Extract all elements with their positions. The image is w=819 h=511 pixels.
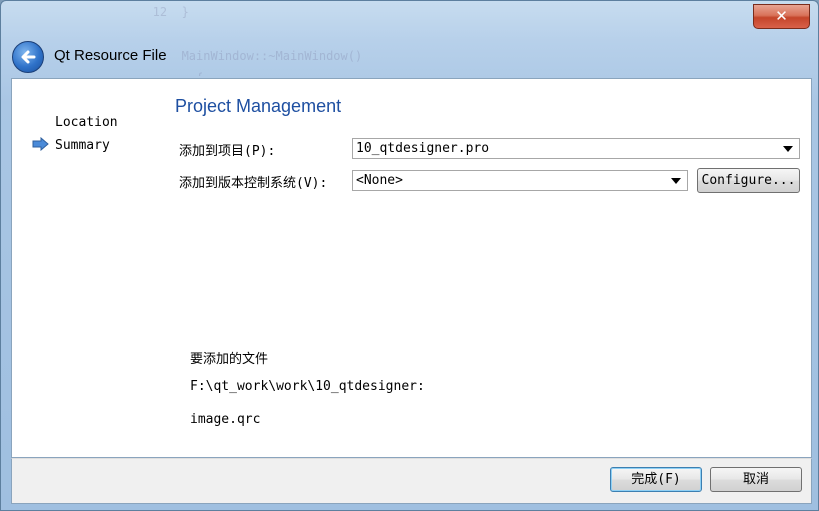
back-arrow-icon xyxy=(21,50,36,64)
window-frame: 12 } MainWindow::~MainWindow() { ✕ Qt Re… xyxy=(0,0,819,511)
back-button[interactable] xyxy=(12,41,44,73)
code-line: 12 } xyxy=(131,5,189,19)
files-list: image.qrc xyxy=(190,412,261,427)
page-title: Project Management xyxy=(175,96,342,116)
current-step-arrow-icon xyxy=(32,137,49,151)
files-path: F:\qt_work\work\10_qtdesigner: xyxy=(190,379,425,394)
add-to-project-label: 添加到项目(P): xyxy=(179,144,276,159)
background-editor-code: 12 } MainWindow::~MainWindow() { xyxy=(131,1,461,76)
code-line: { xyxy=(131,67,461,76)
nav-item-location: Location xyxy=(55,115,118,130)
files-heading: 要添加的文件 xyxy=(190,352,269,367)
code-line: MainWindow::~MainWindow() xyxy=(131,49,363,63)
chevron-down-icon xyxy=(783,146,793,152)
vcs-select-value: <None> xyxy=(356,173,403,188)
close-button[interactable]: ✕ xyxy=(753,4,810,29)
close-icon: ✕ xyxy=(775,7,788,25)
finish-button[interactable]: 完成(F) xyxy=(610,467,702,492)
wizard-content: Location Summary Project Management 添加到项… xyxy=(11,78,812,458)
cancel-button[interactable]: 取消 xyxy=(710,467,802,492)
project-select-value: 10_qtdesigner.pro xyxy=(356,141,490,156)
configure-button[interactable]: Configure... xyxy=(697,168,800,193)
project-select[interactable]: 10_qtdesigner.pro xyxy=(352,138,800,159)
window-title: Qt Resource File xyxy=(54,47,167,64)
dialog-footer: 完成(F) 取消 xyxy=(11,458,812,504)
add-to-vcs-label: 添加到版本控制系统(V): xyxy=(179,176,328,191)
vcs-select[interactable]: <None> xyxy=(352,170,688,191)
chevron-down-icon xyxy=(671,178,681,184)
nav-item-summary: Summary xyxy=(55,138,110,153)
